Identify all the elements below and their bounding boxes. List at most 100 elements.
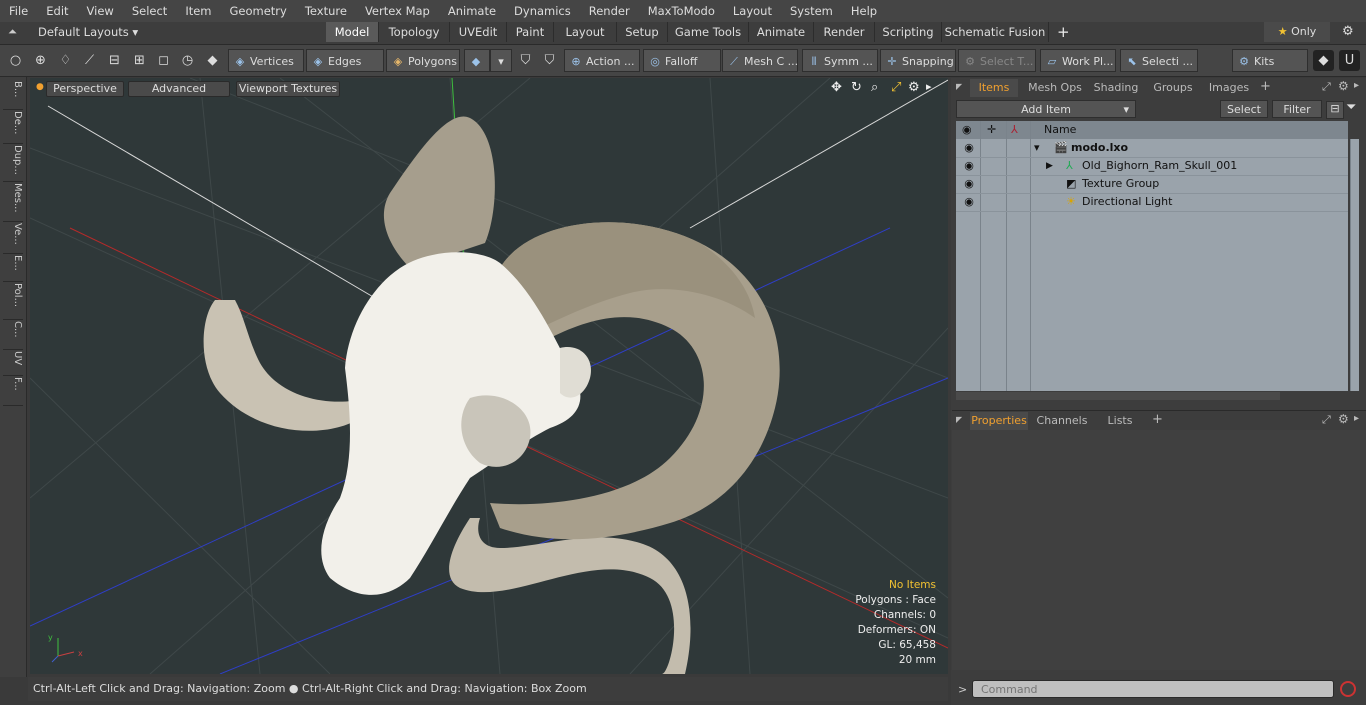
tab-render[interactable]: Render — [814, 22, 875, 42]
perspective-button[interactable]: Perspective — [46, 81, 124, 97]
menu-help[interactable]: Help — [842, 0, 886, 22]
tab-shading[interactable]: Shading — [1090, 79, 1142, 97]
tab-images[interactable]: Images — [1204, 79, 1254, 97]
tab-mesh-ops[interactable]: Mesh Ops — [1024, 79, 1086, 97]
select-through-button[interactable]: ⚙ Select T... — [958, 49, 1036, 72]
left-tab-curve[interactable]: C... — [3, 321, 23, 350]
circle-select-icon[interactable]: ○ — [5, 50, 26, 71]
collapse-icon[interactable]: ⊟ — [1326, 101, 1344, 119]
globe-icon[interactable]: ⊕ — [30, 50, 51, 71]
viewport-textures-button[interactable]: Viewport Textures — [236, 81, 340, 97]
expand-arrow-icon[interactable]: ▾ — [1034, 139, 1040, 157]
menu-layout[interactable]: Layout — [724, 0, 781, 22]
tab-layout[interactable]: Layout — [554, 22, 617, 42]
select-button[interactable]: Select — [1220, 100, 1268, 118]
move-view-icon[interactable]: ✥ — [831, 80, 842, 95]
action-center-button[interactable]: ⊕ Action ... — [564, 49, 640, 72]
rotate-view-icon[interactable]: ↻ — [851, 80, 862, 95]
tab-setup[interactable]: Setup — [617, 22, 668, 42]
menu-vertex-map[interactable]: Vertex Map — [356, 0, 439, 22]
viewport-settings-icon[interactable]: ⚙ — [908, 80, 920, 95]
item-list-hscrollbar[interactable] — [956, 392, 1280, 400]
add-panel-tab-icon[interactable]: + — [1152, 412, 1163, 427]
unity-icon[interactable]: ◆ — [1313, 50, 1334, 71]
menu-maxtomodo[interactable]: MaxToModo — [639, 0, 724, 22]
menu-animate[interactable]: Animate — [439, 0, 505, 22]
left-tab-deform[interactable]: De... — [3, 111, 23, 144]
menu-edit[interactable]: Edit — [37, 0, 77, 22]
menu-dynamics[interactable]: Dynamics — [505, 0, 580, 22]
tab-model[interactable]: Model — [326, 22, 379, 42]
viewport-menu-icon[interactable]: ▸ — [926, 80, 932, 93]
tab-groups[interactable]: Groups — [1148, 79, 1198, 97]
layout-up-icon[interactable]: ⏶ — [8, 25, 17, 39]
funnel-icon[interactable]: ⏷ — [1346, 100, 1356, 115]
eye-icon[interactable]: ◉ — [962, 175, 976, 193]
panel-menu-icon[interactable]: ▸ — [1354, 413, 1359, 424]
kits-button[interactable]: ⚙ Kits — [1232, 49, 1308, 72]
menu-item[interactable]: Item — [176, 0, 220, 22]
left-tab-mesh[interactable]: Mes... — [3, 183, 23, 222]
eye-icon[interactable]: ◉ — [962, 139, 976, 157]
tab-uvedit[interactable]: UVEdit — [450, 22, 507, 42]
item-row-texture-group[interactable]: ◉ ◩ Texture Group — [956, 175, 1348, 194]
left-tab-vertex[interactable]: Ve... — [3, 223, 23, 254]
menu-file[interactable]: File — [0, 0, 37, 22]
add-tab-icon[interactable]: + — [1057, 23, 1070, 41]
add-item-dropdown[interactable]: Add Item ▾ — [956, 100, 1136, 118]
left-tab-edge[interactable]: E... — [3, 255, 23, 282]
left-tab-basic[interactable]: B... — [3, 81, 23, 110]
clock-icon[interactable]: ◷ — [177, 50, 198, 71]
item-row-light[interactable]: ◉ ☀ Directional Light — [956, 193, 1348, 212]
command-input[interactable] — [972, 680, 1334, 698]
left-tab-uv[interactable]: UV — [3, 351, 23, 376]
center-icon[interactable]: ⊞ — [129, 50, 150, 71]
panel-menu-icon[interactable]: ▸ — [1354, 80, 1359, 91]
tab-lists[interactable]: Lists — [1098, 412, 1142, 430]
advanced-button[interactable]: Advanced — [128, 81, 230, 97]
edges-button[interactable]: ◈ Edges — [306, 49, 384, 72]
item-row-mesh[interactable]: ◉ ▶ ⅄ Old_Bighorn_Ram_Skull_001 — [956, 157, 1348, 176]
square-icon[interactable]: ◻ — [153, 50, 174, 71]
selection-sets-button[interactable]: ⬉ Selecti ... — [1120, 49, 1198, 72]
filter-button[interactable]: Filter — [1272, 100, 1322, 118]
menu-system[interactable]: System — [781, 0, 842, 22]
panel-settings-icon[interactable]: ⚙ — [1338, 79, 1349, 93]
tab-paint[interactable]: Paint — [507, 22, 554, 42]
expand-arrow-icon[interactable]: ▶ — [1046, 157, 1053, 175]
left-tab-fusion[interactable]: F... — [3, 377, 23, 406]
3d-viewport[interactable]: x y ✥ ↻ ⌕ ⤢ ⚙ ▸ No Items Polygons : Face… — [30, 78, 948, 674]
record-icon[interactable] — [1340, 681, 1356, 697]
panel-handle-icon[interactable]: ◤ — [956, 415, 962, 424]
shield-alt-icon[interactable]: ⛉ — [539, 50, 560, 71]
panel-maximize-icon[interactable]: ⤢ — [1322, 413, 1331, 427]
menu-geometry[interactable]: Geometry — [221, 0, 296, 22]
mode-dropdown[interactable]: ▾ — [490, 49, 512, 72]
item-mode-button[interactable]: ◆ — [464, 49, 490, 72]
maximize-view-icon[interactable]: ⤢ — [891, 80, 901, 95]
menu-select[interactable]: Select — [123, 0, 176, 22]
left-tab-polygon[interactable]: Pol... — [3, 283, 23, 320]
tab-channels[interactable]: Channels — [1034, 412, 1090, 430]
eye-icon[interactable]: ◉ — [962, 193, 976, 211]
unreal-icon[interactable]: U — [1339, 50, 1360, 71]
tab-topology[interactable]: Topology — [379, 22, 450, 42]
cube-icon[interactable]: ◆ — [202, 50, 223, 71]
mesh-constraint-button[interactable]: ⟋ Mesh C ... — [722, 49, 798, 72]
brush-icon[interactable]: ⟋ — [79, 50, 100, 71]
left-tab-duplicate[interactable]: Dup... — [3, 145, 23, 182]
gear-icon[interactable]: ⚙ — [1342, 24, 1354, 39]
tab-game-tools[interactable]: Game Tools — [668, 22, 749, 42]
item-list-scrollbar[interactable] — [1350, 139, 1359, 391]
panel-settings-icon[interactable]: ⚙ — [1338, 412, 1349, 426]
tab-animate[interactable]: Animate — [749, 22, 814, 42]
falloff-button[interactable]: ◎ Falloff — [643, 49, 721, 72]
eye-icon[interactable]: ◉ — [962, 157, 976, 175]
menu-render[interactable]: Render — [580, 0, 639, 22]
name-column-header[interactable]: Name — [1044, 121, 1076, 139]
symmetry-button[interactable]: ⫴ Symm ... — [802, 49, 878, 72]
tab-schematic-fusion[interactable]: Schematic Fusion — [942, 22, 1049, 42]
polygons-button[interactable]: ◈ Polygons — [386, 49, 460, 72]
snapping-button[interactable]: ✛ Snapping — [880, 49, 956, 72]
item-row-scene[interactable]: ◉ ▾ 🎬 modo.lxo — [956, 139, 1348, 158]
